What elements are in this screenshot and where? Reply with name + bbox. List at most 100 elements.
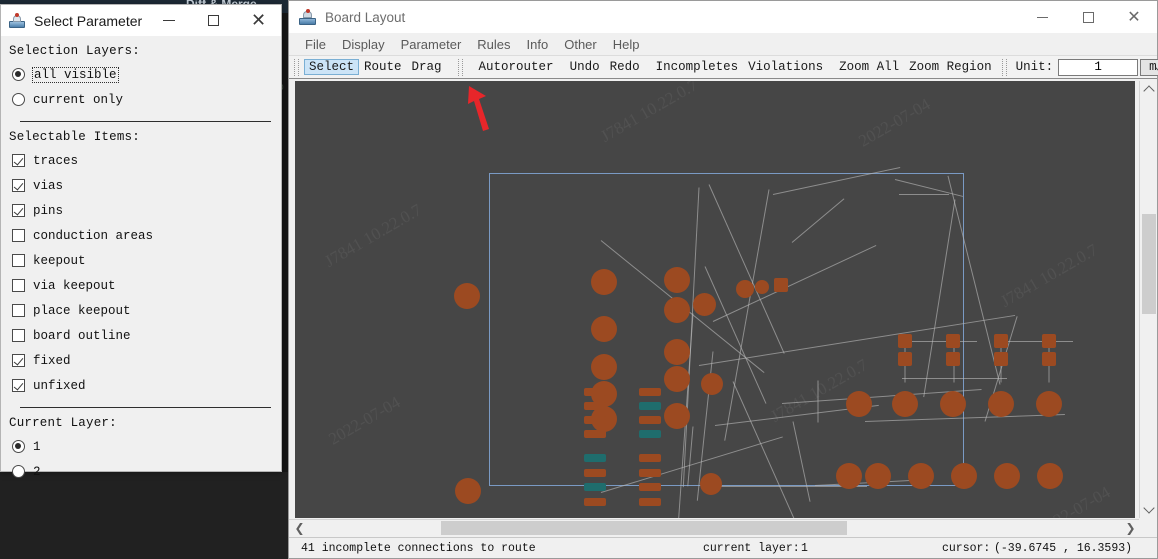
toolbar-incompletes-button[interactable]: Incompletes [651, 59, 744, 75]
pad [774, 278, 788, 292]
dialog-titlebar: Select Parameter ✕ [1, 5, 281, 36]
status-cursor-value: (-39.6745 , 16.3593) [994, 542, 1132, 555]
checkbox-pins[interactable]: pins [1, 198, 281, 223]
toolbar-drag-button[interactable]: Drag [407, 59, 447, 75]
menu-item-file[interactable]: File [297, 35, 334, 54]
vertical-scrollbar[interactable] [1139, 81, 1157, 518]
pad [946, 334, 960, 348]
checkbox-icon-keepout[interactable] [12, 254, 25, 267]
toolbar-grip-3[interactable] [1002, 59, 1007, 76]
minimize-icon[interactable] [146, 5, 191, 36]
watermark-4: J7841 10.22.0.7 [997, 240, 1101, 312]
radio-icon-layer-2[interactable] [12, 465, 25, 478]
checkbox-via-keepout[interactable]: via keepout [1, 273, 281, 298]
horizontal-scrollbar[interactable]: ❮ ❯ [289, 519, 1141, 536]
toolbar-undo-button[interactable]: Undo [565, 59, 605, 75]
unit-input[interactable] [1058, 59, 1138, 76]
chevron-up-icon[interactable] [1140, 81, 1158, 98]
dialog-body: Selection Layers: all visible current on… [1, 44, 281, 484]
current-layer-label: Current Layer: [9, 416, 281, 430]
checkbox-icon-unfixed[interactable] [12, 379, 25, 392]
toolbar-grip-1[interactable] [294, 59, 299, 76]
pad [994, 463, 1020, 489]
pad [664, 366, 690, 392]
close-icon[interactable]: ✕ [1111, 1, 1157, 33]
checkbox-icon-vias[interactable] [12, 179, 25, 192]
checkbox-keepout[interactable]: keepout [1, 248, 281, 273]
background-lower-area [0, 472, 290, 559]
maximize-icon[interactable] [191, 5, 236, 36]
menu-bar: File Display Parameter Rules Info Other … [289, 33, 1157, 55]
toolbar-autorouter-button[interactable]: Autorouter [474, 59, 559, 75]
unit-label: Unit: [1016, 60, 1054, 74]
checkbox-traces[interactable]: traces [1, 148, 281, 173]
pad-highlight [639, 430, 661, 438]
checkbox-icon-conduction-areas[interactable] [12, 229, 25, 242]
menu-item-help[interactable]: Help [605, 35, 648, 54]
radio-icon-all-visible[interactable] [12, 68, 25, 81]
checkbox-icon-board-outline[interactable] [12, 329, 25, 342]
pad [693, 293, 716, 316]
radio-layer-2[interactable]: 2 [1, 459, 281, 484]
status-current-layer-value: 1 [801, 542, 808, 555]
pad [1036, 391, 1062, 417]
pad [701, 373, 723, 395]
menu-item-other[interactable]: Other [556, 35, 605, 54]
checkbox-place-keepout[interactable]: place keepout [1, 298, 281, 323]
pad [951, 463, 977, 489]
checkbox-board-outline[interactable]: board outline [1, 323, 281, 348]
menu-item-rules[interactable]: Rules [469, 35, 518, 54]
checkbox-label-via-keepout: via keepout [33, 279, 116, 293]
watermark-1: J7841 10.22.0.7 [321, 200, 425, 272]
pad [846, 391, 872, 417]
menu-item-info[interactable]: Info [519, 35, 557, 54]
pad [664, 267, 690, 293]
checkbox-icon-pins[interactable] [12, 204, 25, 217]
toolbar-violations-button[interactable]: Violations [743, 59, 828, 75]
dialog-window-controls: ✕ [146, 5, 281, 36]
checkbox-label-pins: pins [33, 204, 63, 218]
toolbar-select-button[interactable]: Select [304, 59, 359, 75]
toolbar-zoom-region-button[interactable]: Zoom Region [904, 59, 997, 75]
minimize-icon[interactable] [1019, 1, 1065, 33]
checkbox-unfixed[interactable]: unfixed [1, 373, 281, 398]
vertical-scrollbar-thumb[interactable] [1142, 214, 1156, 314]
chevron-right-icon[interactable]: ❯ [1122, 520, 1139, 536]
toolbar-redo-button[interactable]: Redo [605, 59, 645, 75]
radio-layer-1[interactable]: 1 [1, 434, 281, 459]
radio-all-visible[interactable]: all visible [1, 62, 281, 87]
menu-item-parameter[interactable]: Parameter [393, 35, 470, 54]
pcb-canvas[interactable]: 2022-07-04 J7841 10.22.0.7 J7841 10.22.0… [295, 81, 1135, 518]
status-current-layer-label: current layer: [703, 542, 800, 555]
pad [892, 391, 918, 417]
checkbox-icon-via-keepout[interactable] [12, 279, 25, 292]
toolbar-zoom-all-button[interactable]: Zoom All [834, 59, 904, 75]
toolbar-grip-2[interactable] [458, 59, 463, 76]
checkbox-icon-place-keepout[interactable] [12, 304, 25, 317]
checkbox-fixed[interactable]: fixed [1, 348, 281, 373]
close-icon[interactable]: ✕ [236, 5, 281, 36]
chevron-down-icon[interactable] [1140, 501, 1158, 518]
pad [584, 416, 606, 424]
radio-current-only[interactable]: current only [1, 87, 281, 112]
board-app-icon [9, 13, 25, 29]
menu-item-display[interactable]: Display [334, 35, 393, 54]
pad [1037, 463, 1063, 489]
horizontal-scrollbar-thumb[interactable] [441, 521, 847, 535]
select-parameter-dialog: Select Parameter ✕ Selection Layers: all… [0, 4, 282, 472]
checkbox-conduction-areas[interactable]: conduction areas [1, 223, 281, 248]
checkbox-icon-fixed[interactable] [12, 354, 25, 367]
checkbox-vias[interactable]: vias [1, 173, 281, 198]
checkbox-label-keepout: keepout [33, 254, 86, 268]
canvas-area: 2022-07-04 J7841 10.22.0.7 J7841 10.22.0… [289, 81, 1157, 518]
unit-dropdown[interactable]: mil [1140, 59, 1158, 76]
radio-icon-current-only[interactable] [12, 93, 25, 106]
radio-icon-layer-1[interactable] [12, 440, 25, 453]
toolbar-route-button[interactable]: Route [359, 59, 407, 75]
checkbox-label-traces: traces [33, 154, 78, 168]
pad-highlight [584, 483, 606, 491]
pad [639, 388, 661, 396]
checkbox-icon-traces[interactable] [12, 154, 25, 167]
chevron-left-icon[interactable]: ❮ [291, 520, 308, 536]
maximize-icon[interactable] [1065, 1, 1111, 33]
